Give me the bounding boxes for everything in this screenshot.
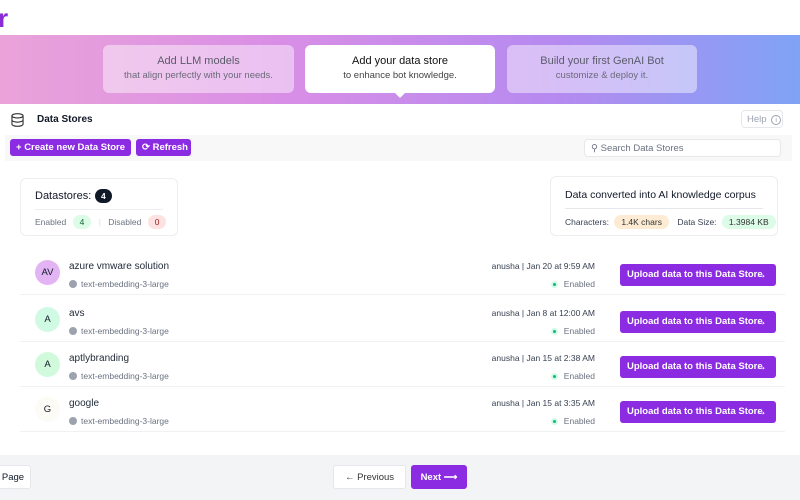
step-title: Build your first GenAI Bot (540, 55, 664, 67)
status-dot-icon (550, 328, 558, 335)
arrow-right-icon: → (755, 404, 767, 418)
corpus-title: Data converted into AI knowledge corpus (565, 189, 756, 201)
avatar: A (35, 307, 60, 332)
page-title: Data Stores (37, 114, 93, 125)
search-input[interactable]: ⚲ Search Data Stores (584, 139, 781, 157)
search-placeholder: Search Data Stores (600, 143, 684, 154)
model-label: text-embedding-3-large (81, 371, 169, 381)
refresh-icon: ⟳ (142, 142, 153, 153)
data-size-label: Data Size: (677, 217, 717, 227)
upload-data-button[interactable]: Upload data to this Data Store → (620, 401, 776, 423)
disabled-label: Disabled (108, 217, 142, 227)
status-dot-icon (550, 418, 558, 425)
data-store-row[interactable]: A aptlybranding text-embedding-3-large a… (20, 342, 785, 387)
status: Enabled (550, 416, 595, 426)
info-icon: i (771, 115, 782, 125)
plus-icon: + (16, 142, 25, 153)
step-add-llm-models[interactable]: Add LLM models that align perfectly with… (103, 45, 294, 93)
total-badge: 4 (95, 189, 112, 203)
enabled-count: 4 (72, 215, 92, 229)
upload-label: Upload data to this Data Store (627, 406, 763, 417)
status-label: Enabled (563, 326, 595, 336)
status: Enabled (550, 326, 595, 336)
disabled-count: 0 (147, 215, 167, 229)
data-store-row[interactable]: G google text-embedding-3-large anusha |… (20, 387, 785, 432)
upload-data-button[interactable]: Upload data to this Data Store → (620, 311, 776, 333)
data-size-value: 1.3984 KB (721, 215, 776, 229)
help-label: Help (747, 114, 767, 125)
step-title: Add your data store (351, 55, 448, 67)
status-dot-icon (550, 373, 558, 380)
active-step-pointer (394, 92, 406, 98)
owner-timestamp: anusha | Jan 15 at 2:38 AM (491, 353, 595, 363)
characters-label: Characters: (565, 217, 609, 227)
arrow-right-icon: → (755, 359, 767, 373)
step-title: Add LLM models (157, 55, 240, 67)
arrow-right-icon: → (755, 267, 767, 281)
openai-icon (69, 372, 77, 380)
openai-icon (69, 327, 77, 335)
refresh-button[interactable]: ⟳ Refresh (136, 139, 191, 156)
previous-button[interactable]: ← Previous (333, 465, 406, 489)
page-button[interactable]: Page (0, 465, 31, 489)
upload-label: Upload data to this Data Store (627, 361, 763, 372)
openai-icon (69, 417, 77, 425)
arrow-right-icon: → (755, 314, 767, 328)
embedding-model: text-embedding-3-large (69, 279, 169, 289)
enabled-label: Enabled (35, 217, 67, 227)
step-add-data-store[interactable]: Add your data store to enhance bot knowl… (305, 45, 495, 93)
status: Enabled (550, 371, 595, 381)
status-label: Enabled (563, 279, 595, 289)
upload-label: Upload data to this Data Store (627, 269, 763, 280)
avatar: G (35, 397, 60, 422)
datastores-title: Datastores: (35, 190, 92, 202)
create-data-store-button[interactable]: + Create new Data Store (10, 139, 132, 156)
refresh-label: Refresh (152, 142, 188, 153)
help-button[interactable]: Help i (741, 110, 783, 128)
data-store-name[interactable]: aptlybranding (69, 353, 129, 364)
search-icon: ⚲ (591, 143, 601, 154)
datastores-count-card: Datastores: 4 Enabled 4 | Disabled 0 (20, 178, 178, 236)
data-store-name[interactable]: azure vmware solution (69, 261, 169, 272)
embedding-model: text-embedding-3-large (69, 326, 169, 336)
data-store-name[interactable]: avs (69, 308, 85, 319)
avatar: AV (35, 260, 60, 285)
upload-label: Upload data to this Data Store (627, 316, 763, 327)
step-subtitle: to enhance bot knowledge. (343, 70, 457, 81)
corpus-card: Data converted into AI knowledge corpus … (550, 176, 778, 236)
openai-icon (69, 280, 77, 288)
database-icon (11, 113, 24, 127)
embedding-model: text-embedding-3-large (69, 416, 169, 426)
step-subtitle: that align perfectly with your needs. (124, 70, 273, 81)
model-label: text-embedding-3-large (81, 279, 169, 289)
model-label: text-embedding-3-large (81, 326, 169, 336)
embedding-model: text-embedding-3-large (69, 371, 169, 381)
owner-timestamp: anusha | Jan 20 at 9:59 AM (491, 261, 595, 271)
upload-data-button[interactable]: Upload data to this Data Store → (620, 264, 776, 286)
logo: r (0, 3, 9, 33)
owner-timestamp: anusha | Jan 15 at 3:35 AM (491, 398, 595, 408)
upload-data-button[interactable]: Upload data to this Data Store → (620, 356, 776, 378)
model-label: text-embedding-3-large (81, 416, 169, 426)
status: Enabled (550, 279, 595, 289)
step-build-genai-bot[interactable]: Build your first GenAI Bot customize & d… (507, 45, 697, 93)
footer: Page ← Previous Next ⟶ (0, 455, 800, 500)
create-label: Create new Data Store (24, 142, 126, 153)
data-store-name[interactable]: google (69, 398, 99, 409)
characters-value: 1.4K chars (614, 215, 669, 229)
data-store-row[interactable]: A avs text-embedding-3-large anusha | Ja… (20, 297, 785, 342)
next-button[interactable]: Next ⟶ (411, 465, 467, 489)
status-label: Enabled (563, 416, 595, 426)
data-store-row[interactable]: AV azure vmware solution text-embedding-… (20, 250, 785, 295)
status-dot-icon (550, 281, 558, 288)
step-subtitle: customize & deploy it. (555, 70, 649, 81)
status-label: Enabled (563, 371, 595, 381)
owner-timestamp: anusha | Jan 8 at 12:00 AM (491, 308, 595, 318)
avatar: A (35, 352, 60, 377)
